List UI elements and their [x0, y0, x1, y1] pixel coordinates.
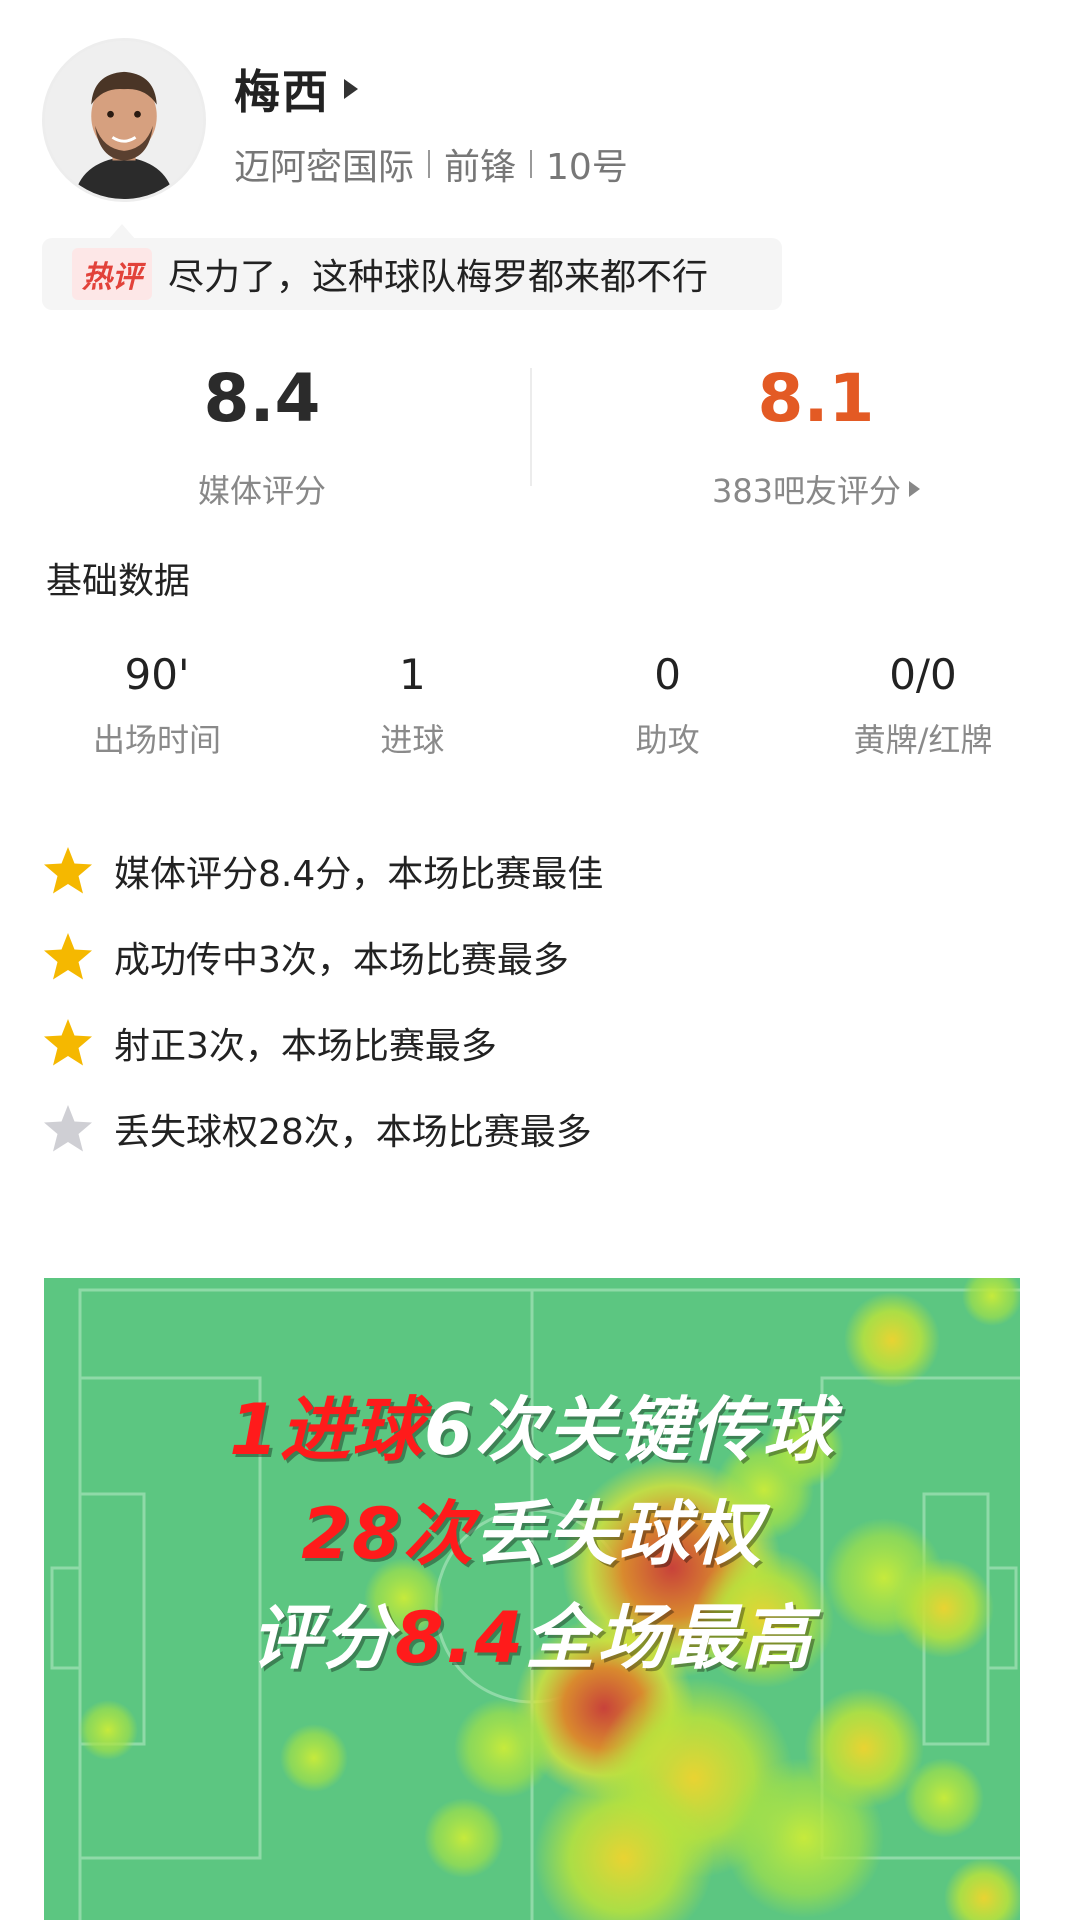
list-item: 成功传中3次，本场比赛最多 [42, 914, 1032, 1000]
stat-assists: 0 助攻 [553, 650, 783, 761]
rating-divider [530, 368, 532, 486]
list-item: 射正3次，本场比赛最多 [42, 1000, 1032, 1086]
overlay-text: 丢失球权 [474, 1493, 763, 1575]
player-portrait-icon [45, 41, 203, 199]
media-score-label: 媒体评分 [197, 472, 326, 510]
heatmap-pitch: 1进球6次关键传球 28次丢失球权 评分8.4全场最高 [44, 1278, 1020, 1920]
player-avatar[interactable] [42, 38, 206, 202]
hot-comment-text: 尽力了，这种球队梅罗都来都不行 [168, 257, 709, 298]
stat-label: 黄牌/红牌 [853, 721, 993, 759]
stat-minutes: 90' 出场时间 [42, 650, 272, 761]
meta-separator [428, 150, 431, 178]
stat-goals: 1 进球 [297, 650, 527, 761]
list-item: 媒体评分8.4分，本场比赛最佳 [42, 828, 1032, 914]
player-name-row[interactable]: 梅西 [234, 56, 358, 122]
hot-comment[interactable]: 热评 尽力了，这种球队梅罗都来都不行 [42, 238, 782, 310]
highlight-text: 成功传中3次，本场比赛最多 [114, 940, 569, 981]
player-position: 前锋 [444, 147, 517, 188]
grey-star-icon [44, 1105, 92, 1152]
stat-value: 1 [398, 650, 426, 699]
fan-score-label: 383吧友评分 [711, 472, 902, 510]
stat-value: 0/0 [889, 650, 957, 699]
overlay-line-2: 28次丢失球权 [44, 1482, 1020, 1586]
player-number: 10号 [546, 147, 628, 188]
fan-rating[interactable]: 8.1 383吧友评分 [596, 366, 1036, 512]
fan-score: 8.1 [757, 360, 875, 437]
basic-stats: 90' 出场时间 1 进球 0 助攻 0/0 黄牌/红牌 [42, 650, 1038, 761]
player-team: 迈阿密国际 [234, 147, 415, 188]
stat-cards: 0/0 黄牌/红牌 [808, 650, 1038, 761]
hot-comment-badge: 热评 [72, 248, 152, 300]
gold-star-icon [44, 933, 92, 980]
overlay-text: 评分 [250, 1597, 395, 1679]
highlights-list: 媒体评分8.4分，本场比赛最佳 成功传中3次，本场比赛最多 射正3次，本场比赛最… [42, 828, 1032, 1172]
overlay-text: 6次关键传球 [424, 1389, 835, 1471]
highlight-text: 媒体评分8.4分，本场比赛最佳 [114, 854, 604, 895]
overlay-text: 全场最高 [525, 1597, 813, 1679]
meta-separator [530, 150, 533, 178]
media-rating: 8.4 媒体评分 [42, 366, 482, 512]
list-item: 丢失球权28次，本场比赛最多 [42, 1086, 1032, 1172]
basic-data-title: 基础数据 [46, 561, 191, 602]
stat-label: 进球 [380, 721, 445, 759]
highlight-overlay: 1进球6次关键传球 28次丢失球权 评分8.4全场最高 [44, 1378, 1020, 1690]
media-score: 8.4 [203, 360, 321, 437]
overlay-text: 1进球 [229, 1389, 424, 1471]
overlay-line-3: 评分8.4全场最高 [44, 1586, 1020, 1690]
highlight-text: 丢失球权28次，本场比赛最多 [114, 1112, 592, 1153]
player-name: 梅西 [234, 65, 330, 119]
gold-star-icon [44, 1019, 92, 1066]
caret-right-icon [909, 481, 921, 497]
overlay-text: 28次 [301, 1493, 475, 1575]
stat-label: 助攻 [635, 721, 700, 759]
gold-star-icon [44, 847, 92, 894]
player-meta: 迈阿密国际 前锋 10号 [234, 138, 628, 190]
highlight-text: 射正3次，本场比赛最多 [114, 1026, 497, 1067]
stat-label: 出场时间 [92, 721, 221, 759]
stat-value: 90' [124, 650, 190, 699]
caret-right-icon [344, 79, 358, 99]
overlay-line-1: 1进球6次关键传球 [44, 1378, 1020, 1482]
overlay-text: 8.4 [394, 1597, 525, 1679]
stat-value: 0 [654, 650, 682, 699]
